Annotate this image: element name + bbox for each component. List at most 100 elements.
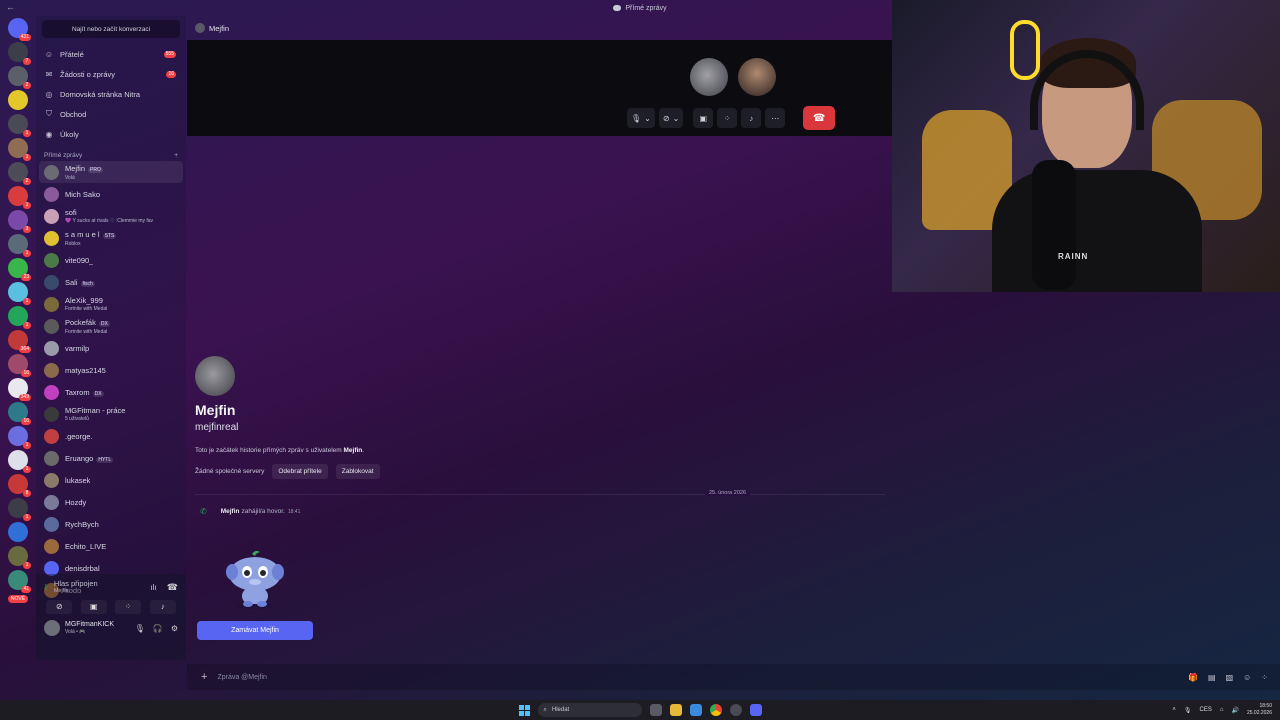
file-explorer-icon[interactable]: [669, 704, 682, 716]
discord-taskbar-icon[interactable]: [749, 704, 762, 716]
new-badge[interactable]: NOVÉ: [7, 595, 29, 603]
message-input[interactable]: Zpráva @Mejfin: [217, 674, 267, 681]
server-icon[interactable]: 1: [8, 426, 31, 449]
headphones-icon[interactable]: 🎧: [153, 624, 163, 633]
server-badge: 1: [23, 466, 31, 473]
call-author[interactable]: Mejfin: [221, 508, 240, 515]
server-icon[interactable]: 1: [8, 546, 31, 569]
nav-item[interactable]: ✉ Žádosti o zprávy 16: [36, 64, 186, 84]
chevron-down-icon[interactable]: ⌄: [673, 114, 680, 123]
taskbar-search[interactable]: ⌕ Hledat: [537, 703, 642, 717]
attach-plus-icon[interactable]: +: [201, 671, 207, 683]
dm-list-item[interactable]: Eruango HYTL: [36, 447, 186, 469]
activities-button[interactable]: ⁘: [115, 600, 142, 614]
server-icon[interactable]: 364: [8, 330, 31, 353]
noise-suppression-icon[interactable]: ılı: [151, 583, 157, 592]
server-icon[interactable]: 1: [8, 306, 31, 329]
volume-icon[interactable]: 🔊: [1231, 707, 1238, 714]
more-button[interactable]: ⋯: [765, 108, 786, 128]
home-discord-icon[interactable]: 431: [8, 18, 31, 41]
dm-list-item[interactable]: .george.: [36, 425, 186, 447]
screen-share-button[interactable]: ▣: [80, 600, 107, 614]
profile-avatar[interactable]: [195, 356, 235, 396]
nav-item[interactable]: ◉ Úkoly: [36, 124, 186, 144]
network-icon[interactable]: ⌂: [1220, 707, 1224, 713]
server-icon[interactable]: 16: [8, 402, 31, 425]
dm-list-item[interactable]: matyas2145: [36, 359, 186, 381]
dm-list-item[interactable]: Taxrom DX: [36, 381, 186, 403]
server-icon[interactable]: 41: [8, 570, 31, 593]
dm-list-item[interactable]: vite090_: [36, 249, 186, 271]
dm-list-item[interactable]: Echito_LIVE: [36, 535, 186, 557]
chrome-icon[interactable]: [709, 704, 722, 716]
chevron-down-icon[interactable]: ⌄: [644, 114, 651, 123]
server-icon[interactable]: 1: [8, 186, 31, 209]
soundboard-button[interactable]: ♪: [149, 600, 176, 614]
apps-icon[interactable]: ⁘: [1261, 673, 1268, 682]
dm-list-item[interactable]: Mejfin PRO Volá: [39, 161, 183, 183]
microphone-tray-icon[interactable]: 🎙: [1184, 707, 1192, 714]
server-icon[interactable]: 1: [8, 234, 31, 257]
emoji-icon[interactable]: ☺: [1243, 673, 1251, 682]
windows-start-icon[interactable]: [518, 704, 530, 716]
server-icon[interactable]: 349: [8, 378, 31, 401]
dm-list-item[interactable]: Sali fisch: [36, 271, 186, 293]
server-icon[interactable]: 1: [8, 450, 31, 473]
server-icon[interactable]: 8: [8, 474, 31, 497]
dm-list-item[interactable]: Pockefák DX Fortnite with Medal: [36, 315, 186, 337]
header-username[interactable]: Mejfin: [209, 24, 229, 33]
server-icon[interactable]: [8, 90, 28, 110]
dm-list-item[interactable]: varmilp: [36, 337, 186, 359]
find-conversation-button[interactable]: Najít nebo začít konverzaci: [42, 20, 180, 38]
server-icon[interactable]: 1: [8, 138, 31, 161]
server-icon[interactable]: 1: [8, 498, 31, 521]
dm-list-item[interactable]: RychBych: [36, 513, 186, 535]
gift-icon[interactable]: 🎁: [1188, 673, 1198, 682]
block-button[interactable]: Zablokovat: [335, 464, 380, 479]
server-icon[interactable]: 7: [8, 42, 31, 65]
dm-list-item[interactable]: s a m u e l STS Roblox: [36, 227, 186, 249]
wave-button[interactable]: Zamávat Mejfin: [197, 621, 313, 640]
server-icon[interactable]: 1: [8, 282, 31, 305]
server-icon[interactable]: 16: [8, 354, 31, 377]
server-icon[interactable]: [8, 522, 28, 542]
call-participant-avatar[interactable]: [738, 58, 776, 96]
store-icon[interactable]: [689, 704, 702, 716]
mute-button[interactable]: 🎙 ⌄: [627, 108, 655, 128]
remove-friend-button[interactable]: Odebrat přítele: [272, 464, 328, 479]
dm-list-item[interactable]: lukasek: [36, 469, 186, 491]
chevron-up-icon[interactable]: ˄: [1172, 707, 1176, 713]
call-participant-avatar[interactable]: [690, 58, 728, 96]
server-icon[interactable]: 3: [8, 210, 31, 233]
dm-list-item[interactable]: Hozdy: [36, 491, 186, 513]
soundboard-button[interactable]: ♪: [741, 108, 762, 128]
dm-list-item[interactable]: MGFitman - práce 5 uživatelů: [36, 403, 186, 425]
dm-list-item[interactable]: sofi 💜 Y sucks at rivals ♡ :Clemmie my fa…: [36, 205, 186, 227]
user-avatar[interactable]: [44, 620, 60, 636]
dm-list-item[interactable]: Mich Sako: [36, 183, 186, 205]
microphone-icon[interactable]: 🎙: [135, 624, 145, 633]
camera-off-button[interactable]: ⊘: [46, 600, 73, 614]
nav-item[interactable]: ◎ Domovská stránka Nitra: [36, 84, 186, 104]
server-icon[interactable]: 1: [8, 114, 31, 137]
language-indicator[interactable]: CES: [1200, 707, 1212, 713]
camera-button[interactable]: ⊘ ⌄: [658, 108, 684, 128]
dm-list-item[interactable]: AleXik_999 Fortnite with Medal: [36, 293, 186, 315]
back-arrow-icon[interactable]: ←: [6, 2, 15, 12]
settings-gear-icon[interactable]: ⚙: [171, 624, 178, 633]
screen-share-button[interactable]: ▣: [693, 108, 714, 128]
hang-up-button[interactable]: ☎: [803, 106, 836, 130]
clock[interactable]: 18:50 25.02.2026: [1247, 703, 1272, 717]
sticker-icon[interactable]: ▧: [1226, 673, 1234, 682]
server-icon[interactable]: 2: [8, 66, 31, 89]
activities-button[interactable]: ⁘: [717, 108, 738, 128]
nav-item[interactable]: ⛉ Obchod: [36, 104, 186, 124]
server-icon[interactable]: 2: [8, 162, 31, 185]
server-icon[interactable]: 23: [8, 258, 31, 281]
app-icon[interactable]: [729, 704, 742, 716]
nav-item[interactable]: ☺ Přátelé 555: [36, 44, 186, 64]
add-dm-button[interactable]: +: [174, 152, 178, 159]
disconnect-icon[interactable]: ☎: [167, 582, 178, 593]
gif-icon[interactable]: ▤: [1208, 673, 1216, 682]
task-view-icon[interactable]: [649, 704, 662, 716]
